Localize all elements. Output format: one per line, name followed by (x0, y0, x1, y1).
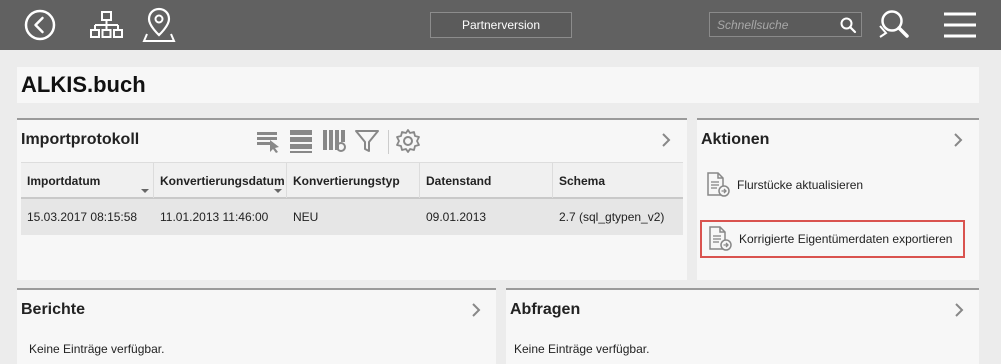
cell-importdatum: 15.03.2017 08:15:58 (27, 210, 138, 224)
back-icon[interactable] (23, 8, 57, 42)
title-panel: ALKIS.buch (17, 67, 979, 103)
quick-search (709, 12, 862, 37)
chevron-right-icon[interactable] (659, 132, 673, 151)
filter-icon[interactable] (354, 128, 380, 157)
map-pin-icon[interactable] (142, 6, 176, 44)
hamburger-menu-icon[interactable] (942, 10, 978, 40)
top-bar: Partnerversion (0, 0, 1001, 50)
search-icon[interactable] (839, 16, 857, 37)
column-header-schema[interactable]: Schema (553, 163, 683, 198)
chevron-right-icon[interactable] (951, 132, 965, 151)
gear-icon[interactable] (395, 128, 421, 157)
actions-panel: Aktionen Flurstücke aktualisieren Korrig… (697, 118, 979, 280)
document-export-icon (702, 170, 734, 200)
action-label: Korrigierte Eigentümerdaten exportieren (739, 232, 953, 246)
column-header-importdatum[interactable]: Importdatum (21, 163, 154, 198)
empty-message: Keine Einträge verfügbar. (29, 342, 165, 356)
list-view-icon[interactable] (288, 128, 314, 157)
page-title: ALKIS.buch (21, 72, 146, 97)
column-header-konvertierungstyp[interactable]: Konvertierungstyp (287, 163, 420, 198)
sort-icon[interactable] (141, 189, 149, 193)
action-label: Flurstücke aktualisieren (737, 178, 864, 192)
chevron-right-icon[interactable] (952, 302, 966, 321)
select-row-icon[interactable] (255, 128, 281, 157)
cell-schema: 2.7 (sql_gtypen_v2) (559, 210, 665, 224)
import-log-panel: Importprotokoll Importdatum Konvertierun… (17, 118, 687, 280)
panel-title: Berichte (21, 301, 86, 318)
column-header-konvertierungsdatum[interactable]: Konvertierungsdatum (154, 163, 287, 198)
document-export-icon (704, 224, 736, 254)
empty-message: Keine Einträge verfügbar. (514, 342, 650, 356)
action-update-parcels[interactable]: Flurstücke aktualisieren (700, 166, 965, 204)
action-export-owner-data[interactable]: Korrigierte Eigentümerdaten exportieren (700, 220, 965, 258)
queries-panel: Abfragen Keine Einträge verfügbar. (506, 288, 979, 364)
advanced-search-icon[interactable] (874, 7, 914, 43)
divider (388, 130, 389, 154)
quick-search-input[interactable] (710, 13, 838, 36)
table-header: Importdatum Konvertierungsdatum Konverti… (21, 162, 683, 199)
cell-datenstand: 09.01.2013 (426, 210, 487, 224)
panel-title: Aktionen (701, 131, 770, 148)
panel-title: Abfragen (510, 301, 581, 318)
column-header-datenstand[interactable]: Datenstand (420, 163, 553, 198)
reports-panel: Berichte Keine Einträge verfügbar. (17, 288, 496, 364)
panel-title: Importprotokoll (21, 131, 140, 148)
table-row[interactable]: 15.03.2017 08:15:58 11.01.2013 11:46:00 … (21, 199, 683, 235)
cell-konvertierungsdatum: 11.01.2013 11:46:00 (160, 210, 269, 224)
chevron-right-icon[interactable] (469, 302, 483, 321)
cell-konvertierungstyp: NEU (293, 210, 319, 224)
partner-version-button[interactable]: Partnerversion (430, 12, 572, 38)
sort-icon[interactable] (274, 189, 282, 193)
sitemap-icon[interactable] (89, 8, 125, 42)
column-settings-icon[interactable] (321, 128, 347, 157)
